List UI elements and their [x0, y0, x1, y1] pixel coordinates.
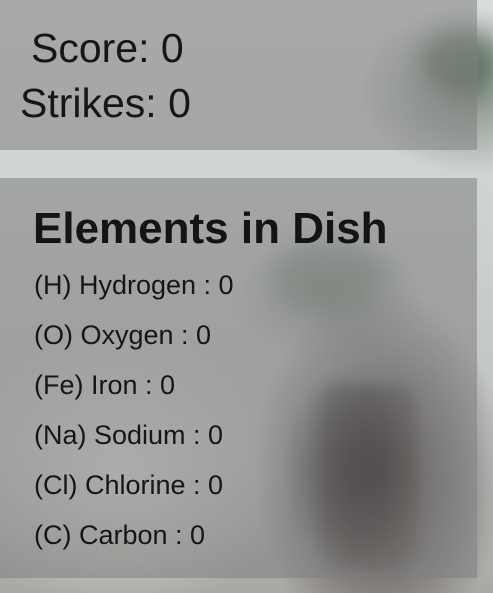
- element-count-iron: (Fe) Iron : 0: [34, 370, 176, 400]
- element-count-sodium: (Na) Sodium : 0: [34, 420, 224, 450]
- strikes-text: Strikes: 0: [20, 80, 191, 126]
- elements-panel-title: Elements in Dish: [33, 204, 388, 253]
- element-count-carbon: (C) Carbon : 0: [34, 520, 206, 550]
- score-panel: [0, 0, 477, 150]
- element-count-oxygen: (O) Oxygen : 0: [34, 320, 212, 350]
- element-list: (H) Hydrogen : 0 (O) Oxygen : 0 (Fe) Iro…: [34, 268, 234, 568]
- score-text: Score: 0: [31, 25, 184, 71]
- element-count-hydrogen: (H) Hydrogen : 0: [34, 270, 234, 300]
- element-count-chlorine: (Cl) Chlorine : 0: [34, 470, 224, 500]
